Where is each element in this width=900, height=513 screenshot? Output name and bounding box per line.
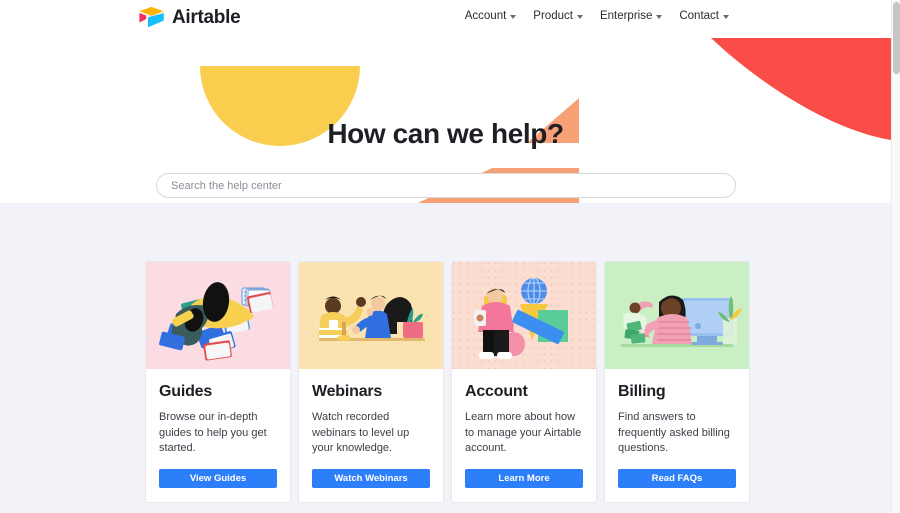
card-account[interactable]: Account Learn more about how to manage y… bbox=[451, 261, 597, 503]
webinars-illustration bbox=[299, 262, 443, 369]
guides-illustration bbox=[146, 262, 290, 369]
nav-label: Product bbox=[533, 10, 573, 22]
airtable-logo[interactable]: Airtable bbox=[138, 6, 241, 29]
chevron-down-icon bbox=[723, 14, 729, 19]
chevron-down-icon bbox=[510, 14, 517, 19]
card-title: Guides bbox=[159, 383, 213, 400]
card-description: Find answers to frequently asked billing… bbox=[618, 411, 730, 454]
nav-item-contact[interactable]: Contact bbox=[679, 10, 729, 22]
nav-label: Enterprise bbox=[599, 10, 653, 22]
card-billing[interactable]: Billing Find answers to frequently asked… bbox=[604, 261, 750, 503]
chevron-down-icon bbox=[576, 14, 583, 19]
card-body: Billing Find answers to frequently asked… bbox=[605, 369, 749, 457]
scrollbar-thumb[interactable] bbox=[893, 2, 900, 74]
view-guides-button[interactable]: View Guides bbox=[159, 468, 277, 488]
search-input[interactable] bbox=[156, 173, 736, 198]
card-guides[interactable]: Guides Browse our in-depth guides to hel… bbox=[145, 261, 291, 503]
card-title: Billing bbox=[618, 383, 666, 400]
main-navigation: Account Product Enterprise Contact bbox=[465, 10, 729, 22]
billing-illustration bbox=[605, 262, 749, 369]
search-container bbox=[156, 173, 736, 198]
card-webinars[interactable]: Webinars Watch recorded webinars to leve… bbox=[298, 261, 444, 503]
site-header: Airtable Account Product Enterprise Cont… bbox=[0, 0, 891, 38]
card-body: Guides Browse our in-depth guides to hel… bbox=[146, 369, 290, 457]
account-illustration bbox=[452, 262, 596, 369]
help-category-cards: Guides Browse our in-depth guides to hel… bbox=[145, 261, 750, 503]
page-root: Airtable Account Product Enterprise Cont… bbox=[0, 0, 891, 513]
card-body: Account Learn more about how to manage y… bbox=[452, 369, 596, 457]
learn-more-button[interactable]: Learn More bbox=[465, 468, 583, 488]
airtable-logo-icon bbox=[139, 6, 164, 28]
page-title: How can we help? bbox=[327, 118, 564, 149]
card-description: Watch recorded webinars to level up your… bbox=[312, 411, 410, 454]
vertical-scrollbar[interactable] bbox=[891, 0, 900, 513]
nav-label: Contact bbox=[679, 10, 719, 22]
nav-item-product[interactable]: Product bbox=[533, 10, 583, 22]
card-description: Learn more about how to manage your Airt… bbox=[465, 411, 582, 454]
nav-label: Account bbox=[464, 10, 507, 22]
card-description: Browse our in-depth guides to help you g… bbox=[159, 411, 267, 454]
read-faqs-button[interactable]: Read FAQs bbox=[618, 468, 736, 488]
card-title: Webinars bbox=[312, 383, 383, 400]
card-title: Account bbox=[465, 383, 528, 400]
nav-item-enterprise[interactable]: Enterprise bbox=[599, 10, 663, 22]
chevron-down-icon bbox=[656, 14, 663, 19]
card-body: Webinars Watch recorded webinars to leve… bbox=[299, 369, 443, 457]
logo-wordmark: Airtable bbox=[172, 7, 241, 28]
hero-section: How can we help? bbox=[0, 38, 891, 203]
watch-webinars-button[interactable]: Watch Webinars bbox=[312, 468, 430, 488]
nav-item-account[interactable]: Account bbox=[465, 10, 517, 22]
